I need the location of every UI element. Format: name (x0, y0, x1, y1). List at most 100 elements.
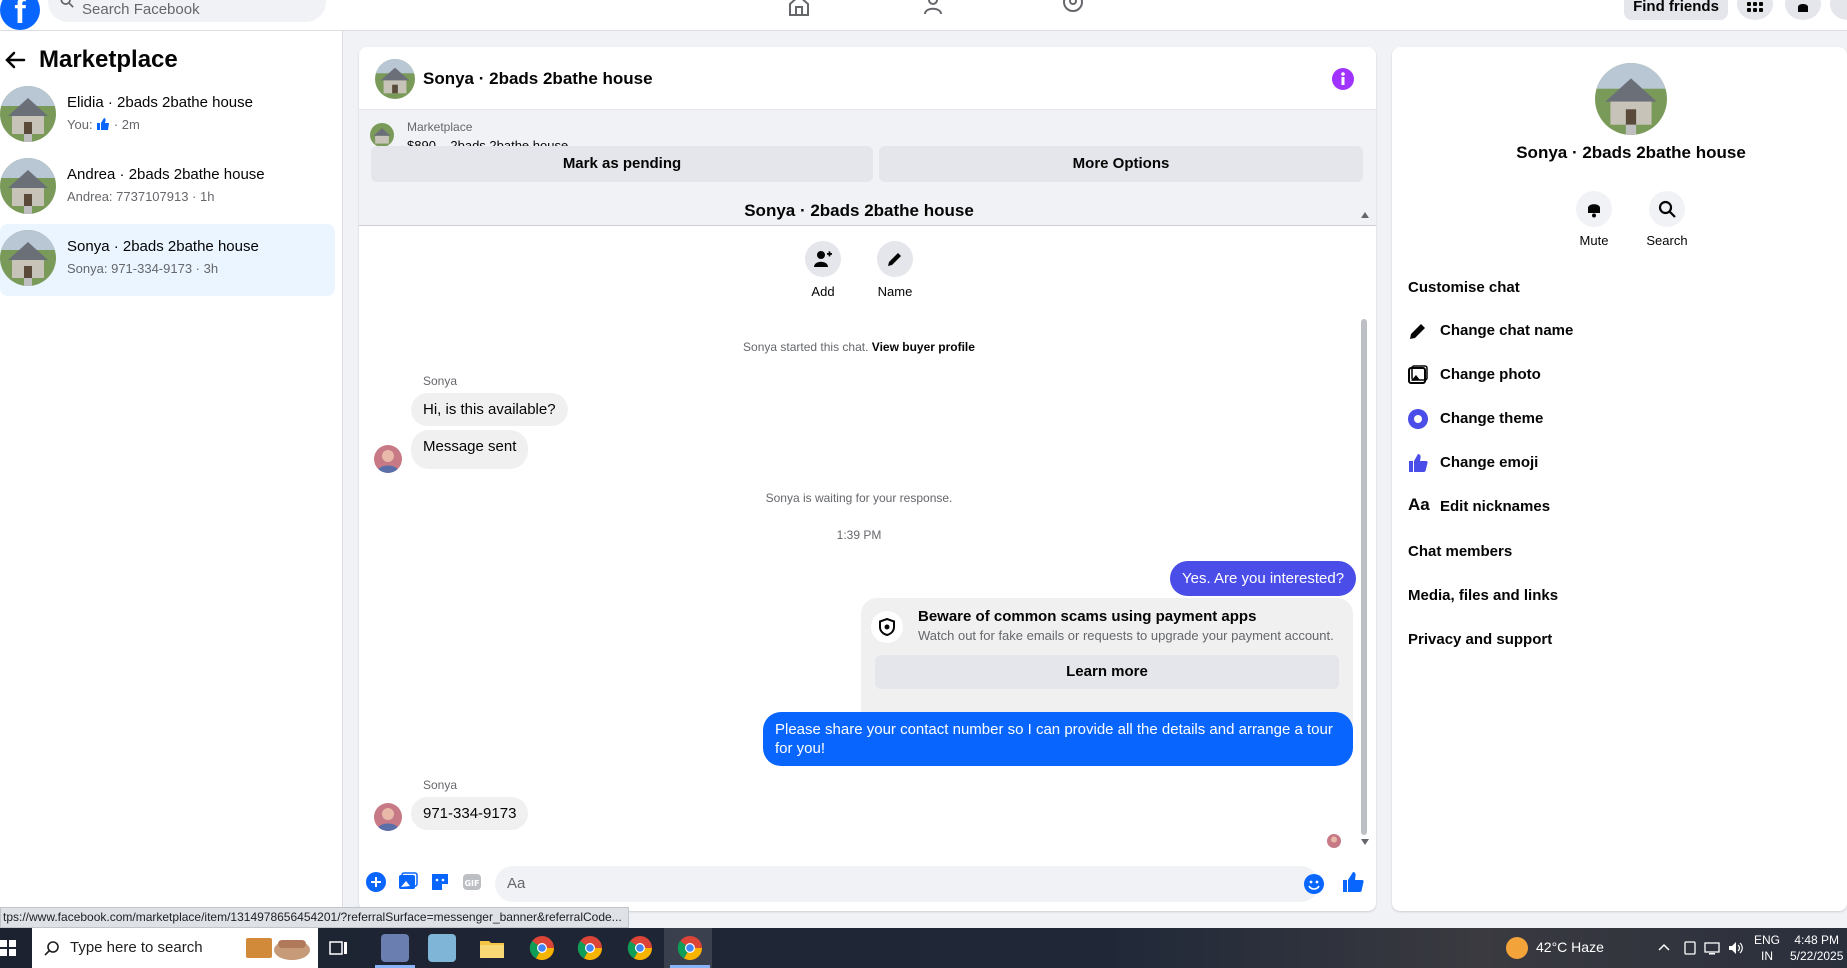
account-avatar-button[interactable] (1830, 0, 1847, 20)
mark-as-pending-button[interactable]: Mark as pending (371, 146, 873, 182)
network-icon[interactable] (1704, 940, 1720, 956)
back-arrow-icon[interactable] (4, 49, 26, 71)
scroll-down-arrow[interactable] (1361, 839, 1369, 845)
incoming-message[interactable]: Message sent (411, 430, 529, 469)
chrome-profile-icon[interactable] (528, 934, 556, 962)
info-icon[interactable] (1332, 68, 1354, 90)
chrome-profile-icon[interactable] (576, 934, 604, 962)
groups-icon[interactable] (1060, 0, 1086, 16)
chrome-profile-icon[interactable] (676, 934, 704, 962)
house-avatar (0, 86, 56, 142)
chat-started-notice: Sonya started this chat. View buyer prof… (359, 340, 1359, 354)
text-aa-icon: Aa (1408, 495, 1430, 514)
windows-taskbar: Type here to search 42°C Haze ENG IN 4:4… (0, 928, 1847, 968)
thumbs-up-icon (97, 118, 110, 130)
notepad-app-icon[interactable] (428, 934, 456, 962)
menu-grid-button[interactable] (1737, 0, 1773, 20)
sender-avatar[interactable] (374, 803, 402, 831)
house-avatar[interactable] (1595, 63, 1667, 135)
device-icon[interactable] (1682, 940, 1698, 956)
clock-time: 4:48 PM (1794, 933, 1840, 947)
conversation-preview: You: · 2m (67, 117, 140, 132)
chevron-up-icon[interactable] (1656, 940, 1672, 956)
add-people-action[interactable]: Add (793, 241, 853, 299)
language-indicator[interactable]: ENG IN (1754, 932, 1780, 964)
listing-thumbnail[interactable] (370, 123, 394, 147)
sender-avatar[interactable] (374, 445, 402, 473)
incoming-message[interactable]: Hi, is this available? (411, 393, 568, 426)
conversation-item-elidia[interactable]: Elidia · 2bads 2bathe house You: · 2m (0, 80, 335, 152)
pinned-app-icon[interactable] (381, 934, 409, 962)
conversation-item-andrea[interactable]: Andrea · 2bads 2bathe house Andrea: 7737… (0, 152, 335, 224)
task-view-icon[interactable] (329, 938, 349, 958)
region-code: IN (1761, 949, 1773, 963)
mute-label: Mute (1579, 233, 1609, 248)
notifications-button[interactable] (1785, 0, 1821, 20)
windows-start-icon[interactable] (0, 940, 16, 956)
media-files-links-section[interactable]: Media, files and links (1408, 587, 1847, 604)
photo-icon (1408, 365, 1428, 384)
search-highlight-image (242, 934, 312, 962)
search-facebook-input[interactable]: Search Facebook (48, 0, 326, 22)
view-buyer-profile-link[interactable]: View buyer profile (872, 340, 975, 354)
sticker-icon[interactable] (430, 872, 450, 892)
house-avatar[interactable] (375, 59, 415, 99)
home-icon[interactable] (786, 0, 812, 16)
name-label: Name (877, 284, 913, 299)
house-avatar (0, 158, 56, 214)
chrome-profile-icon[interactable] (626, 934, 654, 962)
preview-prefix: You: (67, 117, 93, 132)
conversation-list-panel: Marketplace Elidia · 2bads 2bathe house … (0, 31, 343, 928)
message-input[interactable]: Aa (495, 866, 1319, 902)
mute-action[interactable]: Mute (1564, 191, 1624, 248)
customise-chat-section[interactable]: Customise chat (1408, 279, 1847, 296)
add-label: Add (811, 284, 835, 299)
plus-circle-icon[interactable] (366, 872, 386, 892)
more-options-button[interactable]: More Options (879, 146, 1363, 182)
outgoing-message[interactable]: Yes. Are you interested? (1170, 561, 1357, 596)
facebook-logo-icon[interactable]: f (0, 0, 40, 30)
edit-nicknames-label: Edit nicknames (1440, 498, 1551, 515)
scrollbar-thumb[interactable] (1361, 319, 1367, 835)
thread-name: Sonya · 2bads 2bathe house (744, 201, 974, 220)
privacy-support-section[interactable]: Privacy and support (1408, 631, 1847, 648)
bell-icon (1588, 204, 1600, 218)
pencil-icon (888, 253, 901, 266)
conversation-item-sonya[interactable]: Sonya · 2bads 2bathe house Sonya: 971-33… (0, 224, 335, 296)
started-text: Sonya started this chat. (743, 340, 869, 354)
weather-widget[interactable]: 42°C Haze (1506, 937, 1604, 959)
speaker-icon[interactable] (1728, 940, 1744, 956)
scroll-up-arrow[interactable] (1361, 212, 1369, 218)
friends-icon[interactable] (923, 0, 949, 16)
find-friends-button[interactable]: Find friends (1624, 0, 1728, 20)
marketplace-label: Marketplace (407, 120, 473, 134)
change-emoji-label: Change emoji (1440, 454, 1539, 471)
incoming-message[interactable]: 971-334-9173 (411, 797, 529, 830)
emoji-icon[interactable] (1304, 874, 1324, 894)
search-action[interactable]: Search (1637, 191, 1697, 248)
change-chat-name-label: Change chat name (1440, 322, 1574, 339)
thumbs-up-icon[interactable] (1342, 871, 1364, 893)
chat-title[interactable]: Sonya · 2bads 2bathe house (423, 69, 653, 89)
outgoing-message[interactable]: Please share your contact number so I ca… (763, 712, 1353, 766)
taskbar-search-input[interactable]: Type here to search (32, 928, 318, 968)
sender-label: Sonya (423, 778, 458, 792)
house-avatar (0, 230, 56, 286)
conversation-name: Elidia · 2bads 2bathe house (67, 94, 253, 111)
scam-description: Watch out for fake emails or requests to… (918, 628, 1334, 643)
bell-icon (1798, 4, 1808, 12)
waiting-notice: Sonya is waiting for your response. (765, 491, 953, 505)
photo-icon[interactable] (398, 872, 418, 892)
customise-chat-label: Customise chat (1408, 279, 1520, 296)
search-placeholder: Search Facebook (82, 1, 200, 18)
chat-header: Sonya · 2bads 2bathe house (359, 47, 1376, 110)
gif-icon[interactable]: GIF (462, 872, 482, 892)
conversation-name: Sonya · 2bads 2bathe house (67, 238, 259, 255)
learn-more-button[interactable]: Learn more (875, 655, 1339, 689)
taskbar-search-placeholder: Type here to search (70, 939, 203, 956)
chat-members-section[interactable]: Chat members (1408, 543, 1847, 560)
system-clock[interactable]: 4:48 PM 5/22/2025 (1790, 932, 1843, 964)
name-action[interactable]: Name (865, 241, 925, 299)
file-explorer-icon[interactable] (478, 934, 506, 962)
change-theme-label: Change theme (1440, 410, 1544, 427)
